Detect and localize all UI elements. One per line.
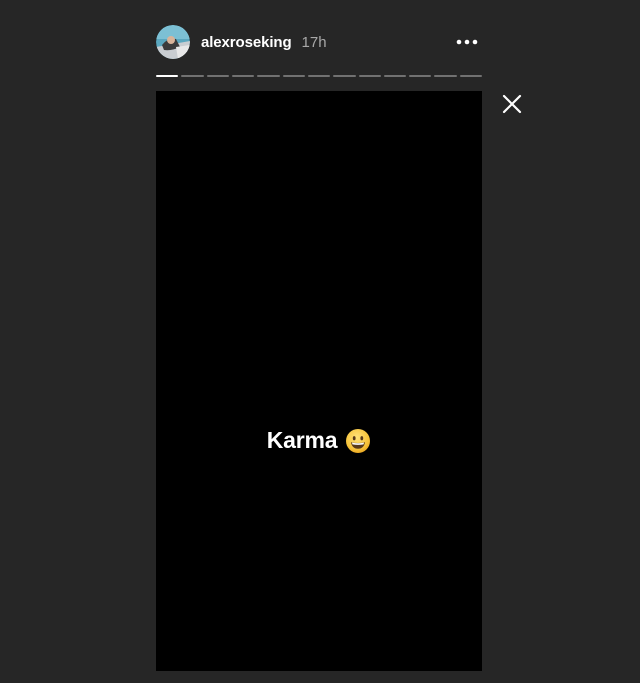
more-options-button[interactable]	[452, 32, 482, 52]
progress-segment	[409, 75, 432, 77]
progress-segment	[282, 75, 305, 77]
story-header: alexroseking 17h	[156, 24, 482, 60]
progress-segment	[307, 75, 331, 77]
progress-segment	[459, 75, 483, 77]
progress-segment	[383, 75, 407, 77]
progress-segment	[333, 75, 356, 77]
progress-segment	[257, 75, 280, 77]
story-canvas[interactable]: Karma	[156, 91, 482, 671]
caption-text: Karma	[266, 427, 338, 453]
progress-segment	[231, 75, 255, 77]
story-viewer: alexroseking 17h Karma	[0, 0, 640, 683]
grinning-face-emoji	[346, 428, 371, 453]
story-progress-bar	[156, 75, 483, 77]
progress-segment	[156, 75, 179, 77]
progress-segment-fill	[156, 75, 179, 77]
progress-segment	[358, 75, 381, 77]
timestamp: 17h	[301, 33, 327, 51]
avatar[interactable]	[156, 25, 190, 59]
close-button[interactable]	[500, 92, 524, 116]
username[interactable]: alexroseking	[201, 34, 292, 51]
more-options-icon	[456, 39, 478, 45]
story-caption: Karma	[156, 427, 482, 454]
close-icon	[502, 94, 522, 114]
progress-segment	[181, 75, 204, 77]
progress-segment	[434, 75, 457, 77]
progress-segment	[206, 75, 229, 77]
avatar-image	[156, 25, 190, 59]
